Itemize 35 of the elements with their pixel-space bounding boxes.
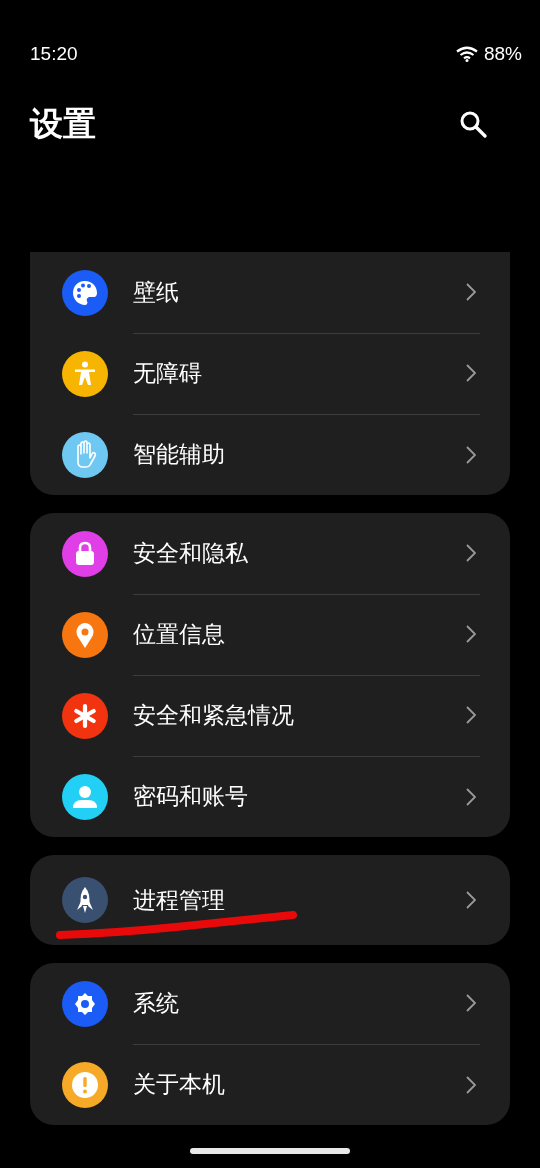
chevron-icon [466, 364, 476, 382]
settings-item[interactable]: 安全和隐私 [30, 513, 510, 594]
chevron-icon [466, 625, 476, 643]
item-label: 智能辅助 [133, 440, 225, 469]
item-label: 安全和隐私 [133, 538, 248, 568]
chevron-icon [466, 891, 476, 909]
chevron-icon [466, 706, 476, 724]
settings-item[interactable]: 壁纸 [30, 252, 510, 333]
item-label: 壁纸 [133, 277, 179, 307]
item-label: 位置信息 [133, 619, 225, 649]
settings-item[interactable]: 安全和紧急情况 [30, 675, 510, 756]
battery-level: 88% [483, 43, 522, 65]
item-label: 进程管理 [133, 885, 225, 915]
item-label: 密码和账号 [133, 782, 248, 811]
search-icon[interactable] [458, 109, 488, 139]
chevron-icon [466, 1075, 476, 1094]
settings-item[interactable]: 密码和账号 [30, 756, 510, 837]
wifi-icon [455, 46, 478, 62]
settings-item[interactable]: 关于本机 [30, 1044, 510, 1125]
item-label: 系统 [133, 988, 179, 1018]
settings-item[interactable]: 位置信息 [30, 594, 510, 675]
chevron-icon [466, 283, 476, 301]
settings-item[interactable]: 智能辅助 [30, 414, 510, 495]
item-label: 安全和紧急情况 [133, 700, 294, 730]
item-label: 无障碍 [133, 358, 202, 388]
chevron-icon [466, 994, 476, 1012]
chevron-icon [466, 544, 476, 562]
item-label: 关于本机 [133, 1070, 225, 1099]
chevron-icon [466, 445, 476, 464]
settings-item[interactable]: 系统 [30, 963, 510, 1044]
page-title: 设置 [30, 102, 96, 145]
clock: 15:20 [30, 43, 78, 65]
settings-item[interactable]: 无障碍 [30, 333, 510, 414]
settings-item[interactable]: 进程管理 [30, 855, 510, 945]
chevron-icon [466, 787, 476, 806]
